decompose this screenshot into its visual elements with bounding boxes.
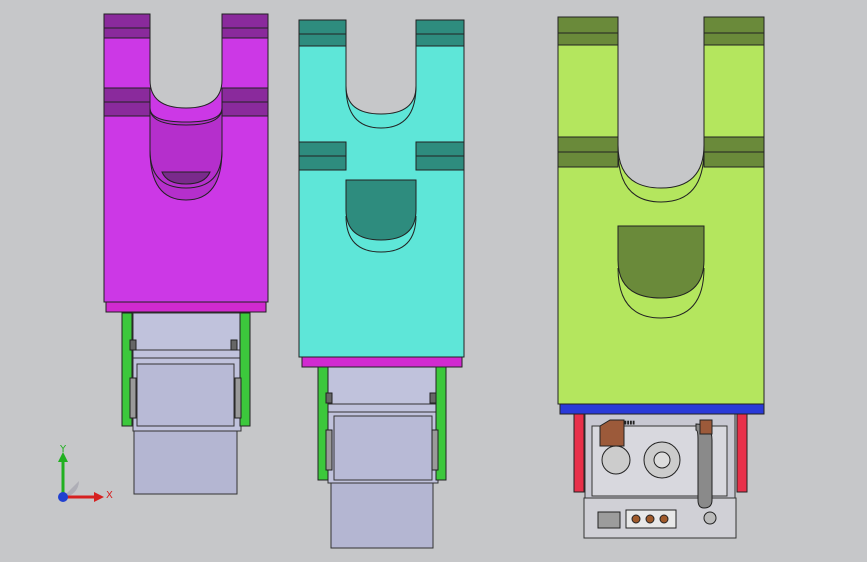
lime-lower-frame: ▮▮▮▮ [573, 413, 748, 539]
cyan-body [298, 19, 465, 358]
magenta-gripper-model[interactable] [103, 13, 269, 495]
magenta-body [103, 13, 269, 303]
lime-body [557, 16, 765, 405]
svg-text:▮▮▮▮: ▮▮▮▮ [624, 420, 635, 426]
lime-base-plate [559, 403, 765, 415]
magenta-lower-frame [121, 312, 251, 495]
x-axis-label: X [106, 490, 113, 501]
axis-triad: Y X [58, 444, 113, 502]
y-axis-label: Y [59, 444, 67, 455]
cyan-base-plate [301, 356, 463, 368]
cad-viewport[interactable]: ▮▮▮▮ [0, 0, 867, 562]
cyan-gripper-model[interactable] [298, 19, 465, 549]
lime-gripper-model[interactable]: ▮▮▮▮ [557, 16, 765, 539]
magenta-base-plate [105, 301, 267, 313]
z-axis-icon [58, 492, 68, 502]
cyan-lower-frame [317, 366, 447, 549]
